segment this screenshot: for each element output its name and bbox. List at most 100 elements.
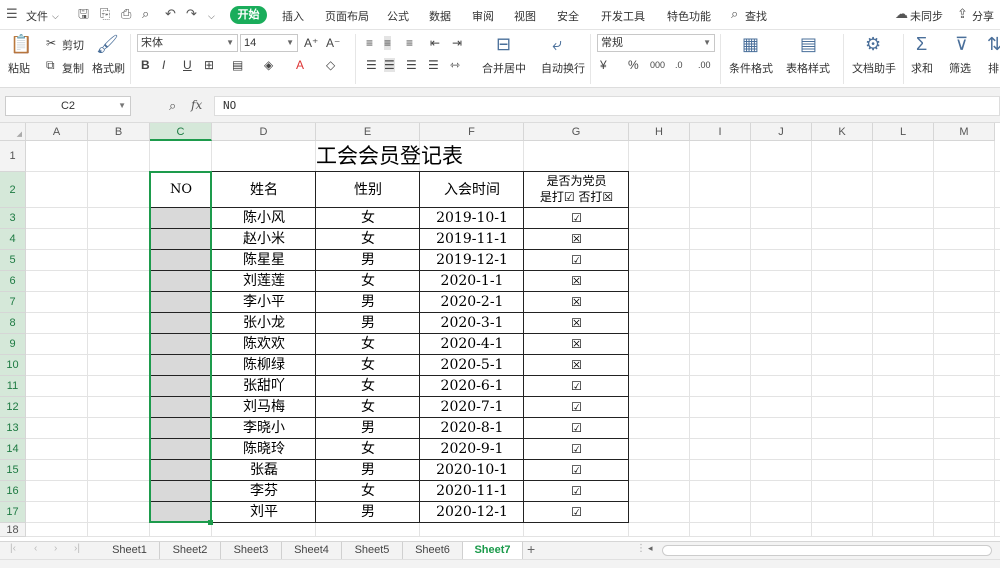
column-header-f[interactable]: F <box>420 123 524 141</box>
column-header-b[interactable]: B <box>88 123 150 141</box>
row-header-1[interactable]: 1 <box>0 141 26 172</box>
customize-chevron-icon[interactable]: ⌵ <box>208 9 215 23</box>
date-cell[interactable]: 2019-12-1 <box>420 250 524 271</box>
sheet-tab-sheet6[interactable]: Sheet6 <box>403 542 463 559</box>
font-size-select[interactable]: 14 ▼ <box>240 34 298 52</box>
party-checkbox-cell[interactable]: ☑ <box>524 418 629 439</box>
no-cell[interactable] <box>150 334 212 355</box>
filter-icon[interactable]: ⊽ <box>955 34 968 54</box>
scroll-separator-icon[interactable]: ⋮ <box>636 543 646 554</box>
conditional-format-icon[interactable]: ▦ <box>742 34 759 54</box>
next-sheet-icon[interactable]: › <box>54 543 57 554</box>
no-cell[interactable] <box>150 439 212 460</box>
gender-cell[interactable]: 女 <box>316 481 420 502</box>
no-cell[interactable] <box>150 292 212 313</box>
underline-icon[interactable]: U <box>183 58 192 72</box>
add-sheet-icon[interactable]: + <box>527 541 535 557</box>
increase-decimal-icon[interactable]: .0 <box>675 58 683 72</box>
name-cell[interactable]: 陈星星 <box>212 250 316 271</box>
row-header-13[interactable]: 13 <box>0 418 26 439</box>
tab-developer[interactable]: 开发工具 <box>601 8 645 24</box>
align-left-icon[interactable]: ☰ <box>366 58 377 72</box>
name-cell[interactable]: 陈欢欢 <box>212 334 316 355</box>
gender-cell[interactable]: 男 <box>316 250 420 271</box>
no-cell[interactable] <box>150 250 212 271</box>
header-name[interactable]: 姓名 <box>212 172 316 208</box>
thousands-icon[interactable]: 000 <box>650 58 665 72</box>
format-painter-icon[interactable]: 🖌 <box>96 34 119 54</box>
row-header-9[interactable]: 9 <box>0 334 26 355</box>
sum-button[interactable]: 求和 <box>911 60 933 76</box>
party-checkbox-cell[interactable]: ☑ <box>524 397 629 418</box>
doc-helper-button[interactable]: 文档助手 <box>852 60 896 76</box>
format-painter-button[interactable]: 格式刷 <box>92 60 125 76</box>
share-icon[interactable]: ⇪ <box>957 7 968 21</box>
row-header-18[interactable]: 18 <box>0 523 26 537</box>
redo-icon[interactable]: ↷ <box>186 7 197 21</box>
cut-button[interactable]: 剪切 <box>62 37 84 53</box>
column-header-c[interactable]: C <box>150 123 212 141</box>
print-icon[interactable]: ⎙ <box>121 7 131 21</box>
file-menu[interactable]: 文件 <box>26 8 48 24</box>
gender-cell[interactable]: 女 <box>316 271 420 292</box>
paste-icon[interactable]: 📋 <box>10 34 32 54</box>
zoom-search-icon[interactable]: ⌕ <box>169 98 176 114</box>
scroll-left-icon[interactable]: ◂ <box>648 543 653 554</box>
chevron-down-icon[interactable]: ⌵ <box>52 9 59 23</box>
no-cell[interactable] <box>150 376 212 397</box>
row-header-6[interactable]: 6 <box>0 271 26 292</box>
row-header-7[interactable]: 7 <box>0 292 26 313</box>
gender-cell[interactable]: 男 <box>316 418 420 439</box>
tab-insert[interactable]: 插入 <box>282 8 304 24</box>
name-cell[interactable]: 李芬 <box>212 481 316 502</box>
indent-increase-icon[interactable]: ⇥ <box>452 36 462 50</box>
party-checkbox-cell[interactable]: ☒ <box>524 355 629 376</box>
party-checkbox-cell[interactable]: ☑ <box>524 460 629 481</box>
column-header-l[interactable]: L <box>873 123 934 141</box>
last-sheet-icon[interactable]: ›| <box>74 543 80 554</box>
column-header-k[interactable]: K <box>812 123 873 141</box>
select-all-corner[interactable]: ◢ <box>0 123 26 141</box>
align-top-icon[interactable]: ≡ <box>366 36 373 50</box>
sheet-tab-sheet7[interactable]: Sheet7 <box>463 542 523 559</box>
name-cell[interactable]: 李小平 <box>212 292 316 313</box>
column-header-h[interactable]: H <box>629 123 690 141</box>
conditional-format-button[interactable]: 条件格式 <box>729 60 773 76</box>
formula-input[interactable]: NO <box>214 96 1000 116</box>
row-header-17[interactable]: 17 <box>0 502 26 523</box>
tab-special-features[interactable]: 特色功能 <box>667 8 711 24</box>
italic-icon[interactable]: I <box>162 58 165 72</box>
print-preview-icon[interactable]: ⌕ <box>142 7 149 21</box>
row-header-5[interactable]: 5 <box>0 250 26 271</box>
first-sheet-icon[interactable]: |‹ <box>10 543 16 554</box>
party-checkbox-cell[interactable]: ☑ <box>524 376 629 397</box>
border-icon[interactable]: ⊞ <box>204 58 214 72</box>
prev-sheet-icon[interactable]: ‹ <box>34 543 37 554</box>
tab-formulas[interactable]: 公式 <box>387 8 409 24</box>
align-center-icon[interactable]: ☰ <box>384 58 395 72</box>
sheet-title[interactable]: 工会会员登记表 <box>150 141 629 172</box>
bold-icon[interactable]: B <box>141 58 150 72</box>
column-header-d[interactable]: D <box>212 123 316 141</box>
name-cell[interactable]: 陈小风 <box>212 208 316 229</box>
gender-cell[interactable]: 男 <box>316 313 420 334</box>
font-color-icon[interactable]: A <box>296 58 304 72</box>
header-join-date[interactable]: 入会时间 <box>420 172 524 208</box>
column-header-i[interactable]: I <box>690 123 751 141</box>
column-header-e[interactable]: E <box>316 123 420 141</box>
date-cell[interactable]: 2020-2-1 <box>420 292 524 313</box>
percent-icon[interactable]: % <box>628 58 639 72</box>
doc-helper-icon[interactable]: ⚙ <box>865 34 881 54</box>
tab-review[interactable]: 审阅 <box>472 8 494 24</box>
wrap-text-button[interactable]: 自动换行 <box>541 60 585 76</box>
function-icon[interactable]: fx <box>191 98 202 112</box>
date-cell[interactable]: 2019-11-1 <box>420 229 524 250</box>
date-cell[interactable]: 2020-11-1 <box>420 481 524 502</box>
save-icon[interactable]: 🖫 <box>78 7 89 21</box>
export-icon[interactable]: ⎘ <box>100 7 110 21</box>
sort-icon[interactable]: ⇅ <box>987 34 1000 54</box>
horizontal-scrollbar[interactable] <box>662 545 992 556</box>
date-cell[interactable]: 2020-3-1 <box>420 313 524 334</box>
gender-cell[interactable]: 女 <box>316 355 420 376</box>
date-cell[interactable]: 2020-7-1 <box>420 397 524 418</box>
